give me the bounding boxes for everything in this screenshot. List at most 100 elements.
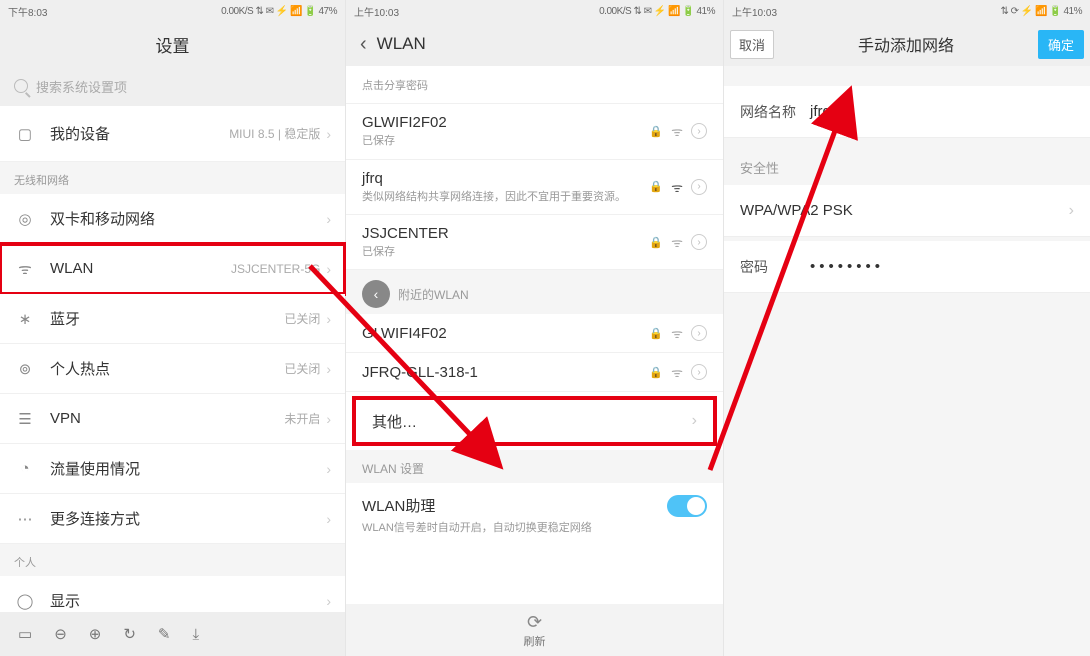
- settings-title: 设置: [0, 22, 345, 66]
- wifi-icon: ᯤ: [671, 233, 683, 251]
- info-icon[interactable]: ›: [691, 325, 707, 341]
- chevron-right-icon: ›: [326, 311, 331, 327]
- assist-toggle[interactable]: [667, 495, 707, 517]
- field-password[interactable]: 密码 ••••••••: [724, 241, 1090, 293]
- row-label: 更多连接方式: [50, 508, 326, 529]
- wlan-name: jfrq: [362, 170, 649, 187]
- row-my-device[interactable]: ▢ 我的设备 MIUI 8.5 | 稳定版 ›: [0, 106, 345, 162]
- row-value: MIUI 8.5 | 稳定版: [229, 125, 320, 142]
- wlan-row-jsjcenter[interactable]: JSJCENTER 已保存 🔒 ᯤ ›: [346, 215, 723, 270]
- row-data-usage[interactable]: ◔ 流量使用情况 ›: [0, 444, 345, 494]
- search-bar[interactable]: 搜索系统设置项: [0, 66, 345, 106]
- wlan-name: GLWIFI2F02: [362, 114, 649, 131]
- wlan-sub: 已保存: [362, 245, 649, 259]
- wifi-icon: ᯤ: [14, 258, 36, 280]
- row-label: 流量使用情况: [50, 458, 326, 479]
- toolbar-back-icon[interactable]: ▭: [18, 625, 32, 643]
- info-icon[interactable]: ›: [691, 123, 707, 139]
- lock-icon: 🔒: [649, 327, 663, 340]
- back-button[interactable]: ‹: [360, 33, 367, 56]
- row-value: 未开启: [284, 410, 320, 427]
- refresh-circle-icon[interactable]: ‹: [362, 280, 390, 308]
- security-label: 安全性: [724, 142, 1090, 185]
- add-network-header: 取消 手动添加网络 确定: [724, 22, 1090, 66]
- wlan-row-glwifi4f02[interactable]: GLWIFI4F02 🔒 ᯤ ›: [346, 314, 723, 353]
- wlan-row-share[interactable]: 点击分享密码: [346, 66, 723, 104]
- lock-icon: 🔒: [649, 366, 663, 379]
- row-hotspot[interactable]: ⊚ 个人热点 已关闭 ›: [0, 344, 345, 394]
- vpn-icon: ☰: [14, 408, 36, 430]
- chevron-right-icon: ›: [692, 412, 697, 430]
- wlan-sub: 已保存: [362, 134, 649, 148]
- chevron-right-icon: ›: [326, 593, 331, 609]
- panel-wlan-list: 上午10:03 0.00K/S ⇅ ✉ ⚡ 📶 🔋 41% ‹ WLAN 点击分…: [346, 0, 724, 656]
- more-icon: ⋯: [14, 508, 36, 530]
- wlan-row-glwifi2f02[interactable]: GLWIFI2F02 已保存 🔒 ᯤ ›: [346, 104, 723, 159]
- wlan-assistant-row[interactable]: WLAN助理 WLAN信号差时自动开启，自动切换更稳定网络: [346, 483, 723, 547]
- info-icon[interactable]: ›: [691, 364, 707, 380]
- row-label: 双卡和移动网络: [50, 208, 326, 229]
- password-value[interactable]: ••••••••: [810, 258, 1074, 275]
- data-icon: ◔: [14, 458, 36, 480]
- toolbar-zoom-out-icon[interactable]: ⊖: [54, 625, 67, 643]
- status-bar-2: 上午10:03 0.00K/S ⇅ ✉ ⚡ 📶 🔋 41%: [346, 0, 723, 22]
- field-network-name[interactable]: 网络名称 jfrq: [724, 86, 1090, 138]
- refresh-icon: ⟳: [527, 612, 542, 633]
- wlan-row-other[interactable]: 其他… ›: [352, 396, 717, 446]
- wifi-icon: ᯤ: [671, 178, 683, 196]
- toolbar-redo-icon[interactable]: ↻: [123, 625, 136, 643]
- wifi-icon: ᯤ: [671, 363, 683, 381]
- wlan-share-label: 点击分享密码: [362, 79, 707, 93]
- wlan-row-jfrq-gll[interactable]: JFRQ-GLL-318-1 🔒 ᯤ ›: [346, 353, 723, 392]
- display-icon: ◯: [14, 590, 36, 612]
- row-more-connections[interactable]: ⋯ 更多连接方式 ›: [0, 494, 345, 544]
- lock-icon: 🔒: [649, 125, 663, 138]
- ok-button[interactable]: 确定: [1038, 30, 1084, 59]
- row-value: JSJCENTER-5G: [231, 262, 320, 276]
- row-label: 蓝牙: [50, 308, 284, 329]
- info-icon[interactable]: ›: [691, 179, 707, 195]
- search-icon: [14, 79, 28, 93]
- row-bluetooth[interactable]: ∗ 蓝牙 已关闭 ›: [0, 294, 345, 344]
- bluetooth-icon: ∗: [14, 308, 36, 330]
- wlan-status-icons: 🔒 ᯤ ›: [649, 363, 707, 381]
- chevron-right-icon: ›: [326, 511, 331, 527]
- subhead-available-label: 附近的WLAN: [398, 286, 469, 303]
- status-time: 上午10:03: [354, 4, 399, 19]
- row-vpn[interactable]: ☰ VPN 未开启 ›: [0, 394, 345, 444]
- toolbar-download-icon[interactable]: ⤓: [193, 626, 200, 643]
- field-security[interactable]: WPA/WPA2 PSK ›: [724, 185, 1090, 237]
- panel-add-network: 上午10:03 ⇅ ⟳ ⚡ 📶 🔋 41% 取消 手动添加网络 确定 网络名称 …: [724, 0, 1090, 656]
- wifi-icon: ᯤ: [671, 324, 683, 342]
- wifi-icon: ᯤ: [671, 122, 683, 140]
- wlan-header: ‹ WLAN: [346, 22, 723, 66]
- row-label: VPN: [50, 410, 284, 427]
- bottom-refresh[interactable]: ⟳ 刷新: [346, 604, 723, 656]
- row-dual-sim[interactable]: ◎ 双卡和移动网络 ›: [0, 194, 345, 244]
- toolbar-zoom-in-icon[interactable]: ⊕: [89, 625, 102, 643]
- name-value[interactable]: jfrq: [810, 103, 1074, 120]
- row-value: 已关闭: [284, 310, 320, 327]
- wlan-status-icons: 🔒 ᯤ ›: [649, 122, 707, 140]
- wlan-name: GLWIFI4F02: [362, 325, 649, 342]
- chevron-right-icon: ›: [326, 361, 331, 377]
- toolbar-edit-icon[interactable]: ✎: [158, 625, 171, 643]
- chevron-right-icon: ›: [326, 411, 331, 427]
- lock-icon: 🔒: [649, 180, 663, 193]
- wlan-row-jfrq[interactable]: jfrq 类似网络结构共享网络连接，因此不宜用于重要资源。 🔒 ᯤ ›: [346, 160, 723, 215]
- wlan-name: JFRQ-GLL-318-1: [362, 364, 649, 381]
- password-label: 密码: [740, 257, 810, 277]
- refresh-label: 刷新: [524, 633, 546, 649]
- chevron-right-icon: ›: [326, 211, 331, 227]
- wlan-status-icons: 🔒 ᯤ ›: [649, 178, 707, 196]
- row-label: 显示: [50, 590, 326, 611]
- chevron-right-icon: ›: [326, 261, 331, 277]
- wlan-title: WLAN: [377, 34, 426, 54]
- subhead-available: ‹ 附近的WLAN: [346, 270, 723, 314]
- row-wlan[interactable]: ᯤ WLAN JSJCENTER-5G ›: [0, 244, 345, 294]
- row-label: 我的设备: [50, 123, 229, 144]
- status-bar-3: 上午10:03 ⇅ ⟳ ⚡ 📶 🔋 41%: [724, 0, 1090, 22]
- chevron-right-icon: ›: [326, 461, 331, 477]
- cancel-button[interactable]: 取消: [730, 30, 774, 59]
- info-icon[interactable]: ›: [691, 234, 707, 250]
